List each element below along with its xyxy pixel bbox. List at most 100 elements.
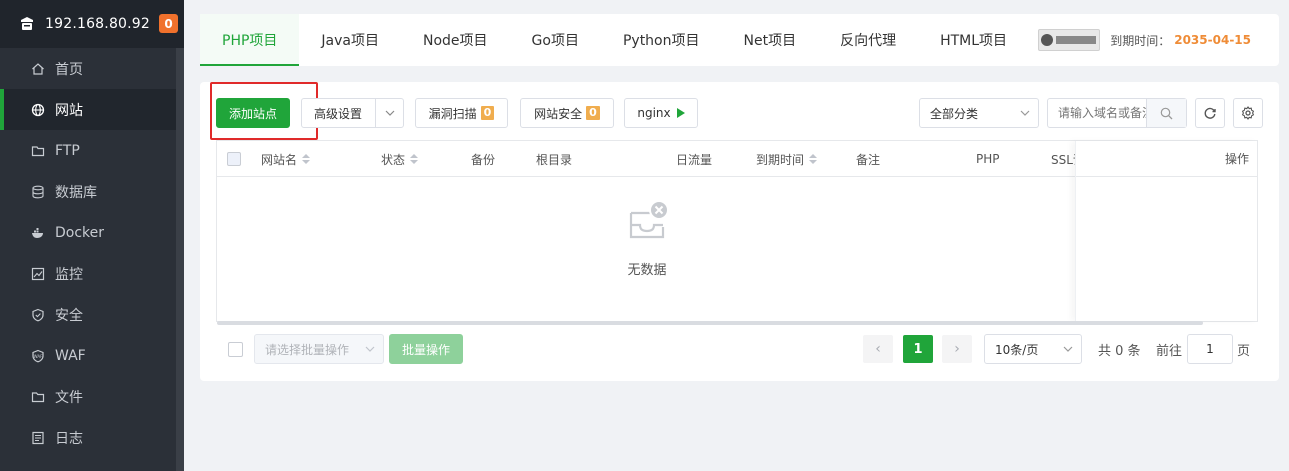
actions-column: 操作 — [1075, 141, 1257, 321]
sidebar-item-database[interactable]: 数据库 — [0, 171, 176, 212]
sidebar-item-label: 监控 — [55, 266, 83, 283]
sidebar-header[interactable]: 192.168.80.92 0 — [0, 0, 184, 48]
select-all-checkbox[interactable] — [227, 141, 241, 177]
search-input[interactable] — [1058, 100, 1154, 126]
col-ssl: SSL证书 — [1051, 152, 1075, 167]
col-actions: 操作 — [1076, 141, 1257, 177]
monitor-icon — [31, 267, 45, 281]
folder-icon — [31, 390, 45, 404]
batch-action-select[interactable]: 请选择批量操作 — [254, 334, 384, 364]
goto-page-input[interactable]: 1 — [1187, 334, 1233, 364]
next-page-button[interactable]: › — [942, 335, 972, 363]
tab-net[interactable]: Net项目 — [722, 14, 819, 66]
sidebar-item-docker[interactable]: Docker — [0, 212, 176, 253]
pro-logo[interactable] — [1038, 29, 1101, 51]
sidebar-item-ftp[interactable]: FTP — [0, 130, 176, 171]
advanced-settings-button[interactable]: 高级设置 — [301, 98, 404, 128]
globe-icon — [31, 103, 45, 117]
col-root-dir: 根目录 — [536, 152, 573, 167]
sidebar-item-waf[interactable]: WAF WAF — [0, 335, 176, 376]
sort-icon[interactable] — [410, 154, 419, 164]
page-1-button[interactable]: 1 — [903, 335, 933, 363]
sidebar-item-label: WAF — [55, 347, 86, 364]
site-security-button[interactable]: 网站安全 0 — [520, 98, 614, 128]
tab-html[interactable]: HTML项目 — [918, 14, 1029, 66]
sort-icon[interactable] — [809, 154, 818, 164]
empty-text: 无数据 — [627, 263, 667, 278]
col-site-name-label: 网站名 — [261, 152, 298, 167]
col-site-name[interactable]: 网站名 — [261, 141, 311, 177]
vuln-scan-button[interactable]: 漏洞扫描 0 — [415, 98, 508, 128]
batch-action-button[interactable]: 批量操作 — [389, 334, 463, 364]
page-size-select[interactable]: 10条/页 — [984, 334, 1082, 364]
expire-date: 2035-04-15 — [1174, 33, 1251, 47]
refresh-button[interactable] — [1195, 98, 1225, 128]
shield-icon — [31, 308, 45, 322]
col-status[interactable]: 状态 — [381, 141, 419, 177]
expire-label: 到期时间： — [1110, 33, 1171, 48]
docker-icon — [31, 226, 45, 240]
notification-badge[interactable]: 0 — [159, 14, 178, 33]
prev-page-button[interactable]: ‹ — [863, 335, 893, 363]
goto-prefix: 前往 — [1156, 343, 1183, 359]
sidebar-item-label: 数据库 — [55, 184, 97, 201]
advanced-settings-label: 高级设置 — [314, 106, 363, 121]
ftp-icon — [31, 144, 45, 158]
sidebar-item-security[interactable]: 安全 — [0, 294, 176, 335]
batch-select-checkbox[interactable] — [228, 342, 243, 357]
home-icon — [31, 62, 45, 76]
sidebar-scrollbar[interactable] — [176, 48, 184, 471]
chevron-down-icon — [1020, 110, 1030, 116]
sidebar-item-logs[interactable]: 日志 — [0, 417, 176, 458]
tab-java[interactable]: Java项目 — [299, 14, 401, 66]
col-expire-label: 到期时间 — [756, 152, 805, 167]
log-icon — [31, 431, 45, 445]
col-daily-traffic: 日流量 — [676, 152, 713, 167]
sidebar-item-home[interactable]: 首页 — [0, 48, 176, 89]
col-expire-time[interactable]: 到期时间 — [756, 141, 818, 177]
nginx-label: nginx — [637, 106, 671, 120]
refresh-icon — [1204, 107, 1216, 119]
goto-suffix: 页 — [1237, 343, 1251, 359]
total-count: 共 0 条 — [1098, 343, 1141, 359]
page-size-value: 10条/页 — [995, 342, 1039, 357]
security-count-badge: 0 — [586, 106, 600, 120]
tab-php[interactable]: PHP项目 — [200, 14, 300, 66]
category-value: 全部分类 — [930, 106, 979, 121]
svg-text:WAF: WAF — [34, 354, 43, 359]
sidebar: 192.168.80.92 0 首页 网站 FTP 数据库 Docker 监控 — [0, 0, 184, 471]
col-remark: 备注 — [856, 152, 881, 167]
play-icon — [676, 108, 685, 118]
sidebar-item-label: 日志 — [55, 430, 83, 447]
batch-action-placeholder: 请选择批量操作 — [265, 342, 350, 357]
project-tabs: PHP项目 Java项目 Node项目 Go项目 Python项目 Net项目 … — [200, 14, 1279, 66]
sort-icon[interactable] — [302, 154, 311, 164]
gear-icon — [1241, 106, 1255, 120]
category-select[interactable]: 全部分类 — [919, 98, 1039, 128]
site-security-label: 网站安全 — [534, 106, 583, 121]
tab-reverse-proxy[interactable]: 反向代理 — [818, 14, 918, 66]
chevron-down-icon — [365, 346, 375, 352]
col-backup: 备份 — [471, 152, 496, 167]
sidebar-item-files[interactable]: 文件 — [0, 376, 176, 417]
nginx-button[interactable]: nginx — [624, 98, 698, 128]
sidebar-item-label: FTP — [55, 142, 80, 159]
col-php: PHP — [976, 152, 1000, 166]
chevron-down-icon — [1063, 346, 1073, 352]
search-box — [1047, 98, 1187, 128]
chevron-down-icon[interactable] — [375, 99, 403, 127]
add-site-button[interactable]: 添加站点 — [210, 82, 318, 140]
waf-icon: WAF — [31, 349, 45, 363]
database-icon — [31, 185, 45, 199]
sidebar-item-website[interactable]: 网站 — [0, 89, 176, 130]
site-list-panel: 添加站点 高级设置 漏洞扫描 0 网站安全 0 nginx 全部分类 请输入域名… — [200, 82, 1279, 381]
tab-node[interactable]: Node项目 — [401, 14, 510, 66]
horizontal-scrollbar[interactable] — [217, 321, 1203, 325]
settings-button[interactable] — [1233, 98, 1263, 128]
sidebar-item-monitor[interactable]: 监控 — [0, 253, 176, 294]
search-button[interactable] — [1146, 99, 1186, 127]
sidebar-item-label: 文件 — [55, 389, 83, 406]
tab-go[interactable]: Go项目 — [510, 14, 601, 66]
empty-box-icon — [629, 200, 669, 239]
tab-python[interactable]: Python项目 — [601, 14, 722, 66]
